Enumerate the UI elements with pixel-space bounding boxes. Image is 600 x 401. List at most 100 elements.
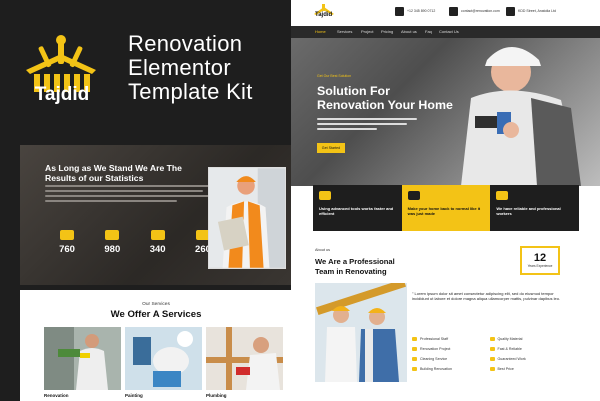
checklist-text: Building Renovation — [420, 367, 452, 371]
stat-label-line — [141, 256, 175, 260]
feature-text: Make your home back to normal like it wa… — [407, 206, 481, 217]
topbar-phone-text: +12 345 890 0712 — [407, 9, 436, 14]
location-icon — [506, 7, 515, 16]
nav-item-pricing[interactable]: Pricing — [381, 29, 393, 34]
kit-title: Renovation Elementor Template Kit — [128, 32, 253, 104]
statistics-title: As Long as We Stand We Are The Results o… — [45, 163, 195, 183]
check-icon — [412, 347, 417, 351]
tools-icon — [150, 230, 165, 240]
topbar-phone[interactable]: +12 345 890 0712 — [395, 7, 435, 16]
hero-get-started-button[interactable]: Get Started — [317, 143, 345, 153]
statistics-title-line-1: As Long as We Stand We Are The — [45, 163, 182, 173]
check-icon — [489, 347, 495, 351]
check-icon — [489, 337, 495, 341]
years-experience-box: 12 Years Experience — [520, 246, 560, 275]
check-icon — [412, 357, 417, 361]
topbar-address-text: KDD Street, Anatolia Ltd — [518, 9, 556, 14]
services-title: We Offer A Services — [110, 309, 202, 320]
stat-item: 980 — [95, 230, 129, 260]
kit-title-line-2: Elementor — [128, 55, 231, 80]
statistics-title-line-2: Results of our Statistics — [45, 173, 144, 183]
checklist-text: Professional Staff — [420, 337, 449, 341]
hammer-icon — [319, 191, 331, 200]
checklist-item: Building Renovation — [412, 367, 490, 371]
check-icon — [412, 337, 417, 341]
kit-title-line-3: Template Kit — [128, 79, 253, 104]
service-card-painting-image[interactable] — [125, 327, 202, 390]
feature-text: We have reliable and professional worker… — [496, 206, 561, 217]
checklist-item: Guaranteed Work — [489, 357, 568, 361]
stat-label-line — [95, 256, 129, 260]
checklist-text: Fast & Reliable — [497, 347, 522, 351]
stat-item: 340 — [141, 230, 175, 260]
site-logo-text[interactable]: Tajdid — [315, 12, 332, 18]
features-strip: Using advanced tools works faster and ef… — [313, 185, 580, 231]
hero-body-text — [317, 118, 417, 133]
checklist-text: Cleaning Service — [420, 357, 448, 361]
nav-item-services[interactable]: Services — [337, 29, 352, 34]
hero-title-line-2: Renovation Your Home — [317, 98, 453, 112]
checklist-text: Best Price — [497, 367, 514, 371]
brand-name: Tajdid — [34, 84, 90, 105]
stat-value: 340 — [149, 244, 166, 255]
topbar-address[interactable]: KDD Street, Anatolia Ltd — [506, 7, 556, 16]
website-preview: Tajdid +12 345 890 0712 contact@renovati… — [291, 0, 600, 401]
stat-value: 980 — [104, 244, 121, 255]
checklist-item: Cleaning Service — [412, 357, 490, 361]
about-checklist: Professional Staff Quality Material Reno… — [412, 337, 567, 371]
nav-item-about[interactable]: About us — [401, 29, 417, 34]
service-label[interactable]: Renovation — [44, 393, 69, 398]
topbar-email-text: contact@renovation.com — [461, 9, 500, 14]
hero-title-line-1: Solution For — [317, 84, 390, 98]
site-navigation: Home Services Project Pricing About us F… — [291, 26, 600, 61]
hero-kicker: Get Our Best Solution — [317, 74, 352, 78]
feature-text: Using advanced tools works faster and ef… — [319, 206, 394, 217]
services-kicker: Our Services — [142, 302, 170, 307]
site-topbar: Tajdid +12 345 890 0712 contact@renovati… — [291, 0, 600, 24]
checklist-text: Renovation Project — [420, 347, 451, 351]
about-quote: " Lorem ipsum dolor sit amet consectetur… — [412, 291, 561, 301]
check-icon — [489, 357, 495, 361]
hero-section: Get Our Best Solution Solution For Renov… — [291, 38, 600, 186]
worker-with-clipboard-image — [208, 167, 286, 269]
about-title: We Are a Professional Team in Renovating — [315, 257, 425, 276]
nav-item-faq[interactable]: Faq — [425, 29, 432, 34]
feature-card: Using advanced tools works faster and ef… — [313, 185, 402, 231]
hero-title: Solution For Renovation Your Home — [317, 84, 477, 112]
statistics-body-text — [45, 185, 210, 205]
service-label[interactable]: Plumbing — [206, 393, 227, 398]
feature-card: We have reliable and professional worker… — [490, 185, 580, 231]
about-kicker: About us — [315, 248, 330, 252]
check-icon — [412, 367, 417, 371]
building-icon — [105, 230, 120, 240]
service-card-plumbing-image[interactable] — [206, 327, 283, 390]
paint-roller-icon — [407, 191, 420, 200]
service-card-renovation-image[interactable] — [44, 327, 121, 390]
nav-item-project[interactable]: Project — [361, 29, 373, 34]
checklist-text: Guaranteed Work — [497, 357, 526, 361]
stat-label-line — [50, 256, 84, 260]
statistics-section: As Long as We Stand We Are The Results o… — [20, 145, 292, 285]
topbar-email[interactable]: contact@renovation.com — [449, 7, 500, 16]
stat-item: 760 — [50, 230, 84, 260]
feature-card: Make your home back to normal like it wa… — [401, 185, 491, 231]
phone-icon — [395, 7, 404, 16]
checklist-item: Best Price — [489, 367, 568, 371]
hero-worker-image — [461, 47, 581, 186]
team-workers-image — [315, 283, 407, 382]
helmet-icon — [60, 230, 74, 240]
nav-item-contact[interactable]: Contact Us — [439, 29, 459, 34]
years-label: Years Experience — [527, 264, 553, 268]
statistics-row: 760 980 340 260 — [50, 230, 220, 260]
kit-title-line-1: Renovation — [128, 31, 243, 56]
check-icon — [489, 367, 495, 371]
worker-icon — [496, 191, 509, 200]
nav-item-home[interactable]: Home — [315, 29, 326, 34]
about-title-line-2: Team in Renovating — [315, 266, 387, 276]
years-value: 12 — [533, 252, 547, 264]
about-title-line-1: We Are a Professional — [315, 257, 395, 266]
service-label[interactable]: Painting — [125, 393, 143, 398]
checklist-item: Fast & Reliable — [489, 347, 568, 351]
services-section: Our Services We Offer A Services Renovat… — [20, 290, 292, 401]
mail-icon — [449, 7, 458, 16]
